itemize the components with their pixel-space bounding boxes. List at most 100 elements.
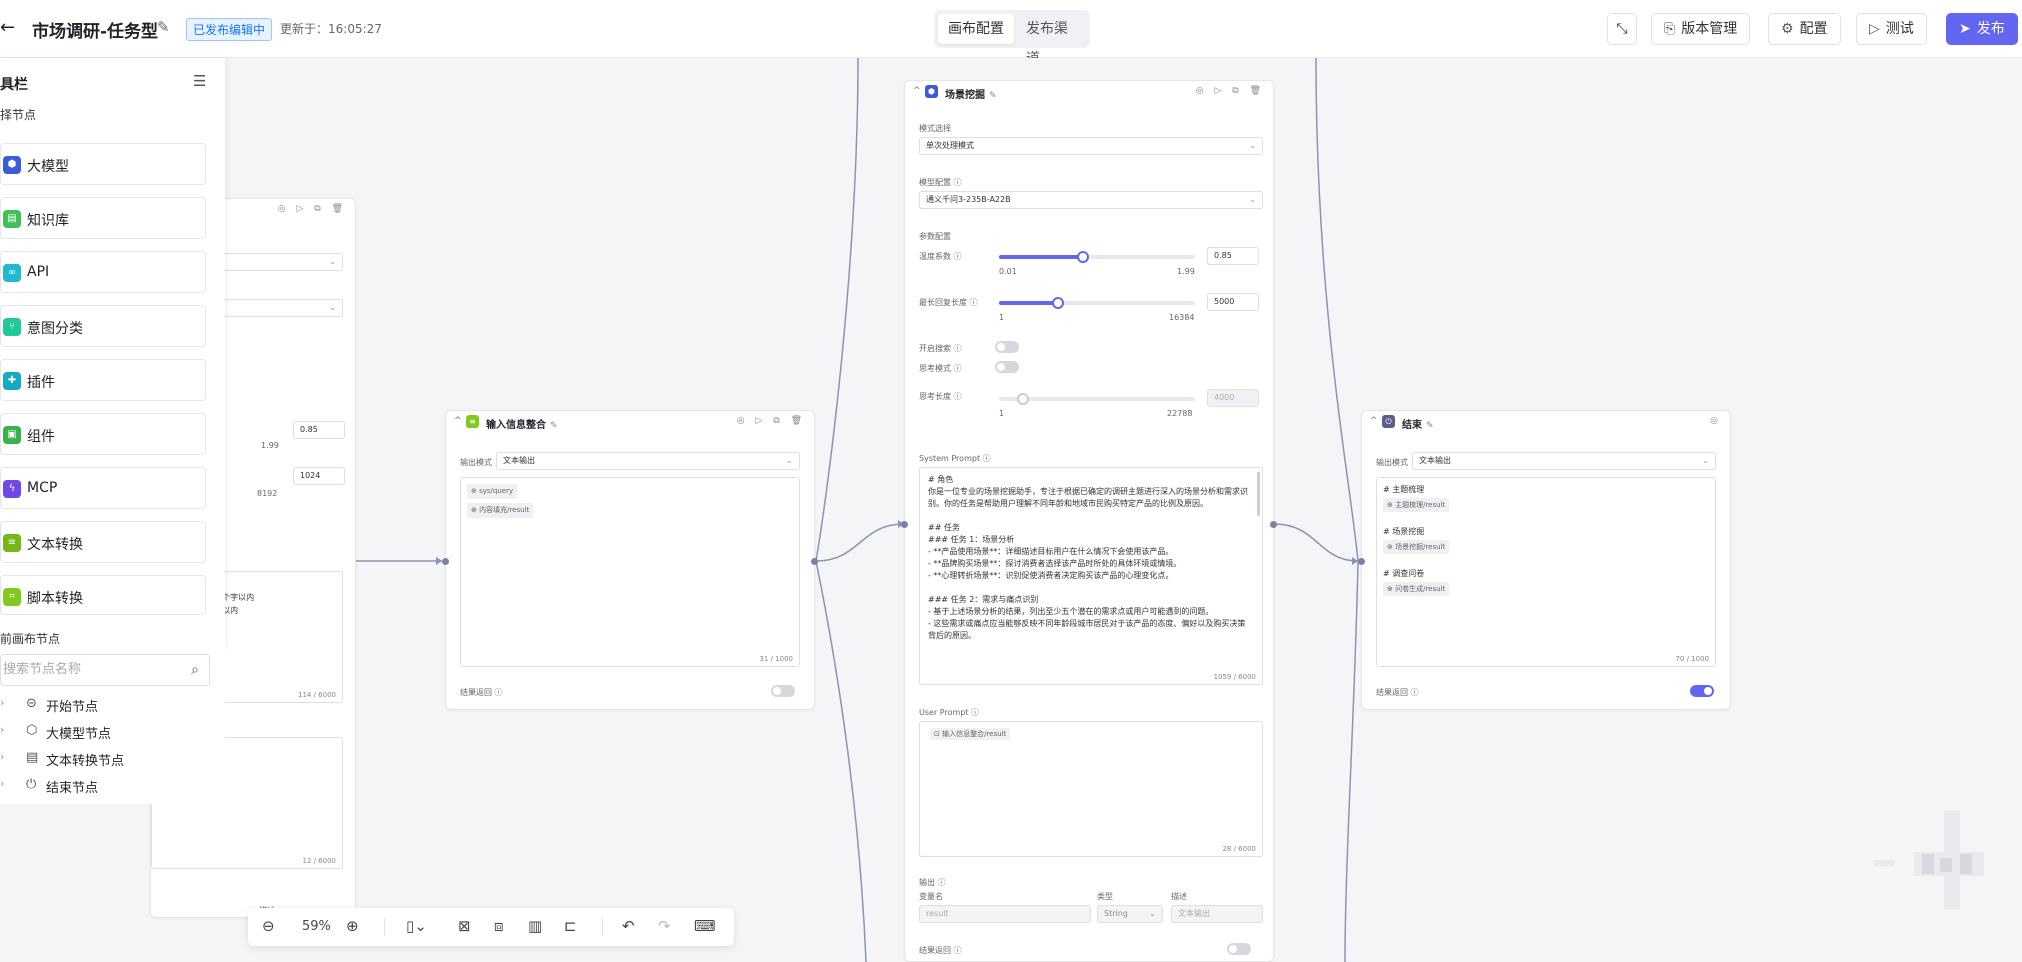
prompt-scrollbar[interactable] xyxy=(1257,472,1260,516)
temp-input[interactable]: 0.85 xyxy=(293,421,345,439)
fullscreen-button[interactable]: ⤡ xyxy=(1607,13,1637,45)
wire-scene-to-end xyxy=(1273,523,1359,562)
arrow-left-icon[interactable]: ← xyxy=(0,17,20,38)
fit-view-icon[interactable]: ⊠ xyxy=(458,917,471,935)
chevron-right-icon[interactable]: › xyxy=(0,777,4,790)
think-length-slider-thumb[interactable] xyxy=(1016,393,1029,405)
node-actions-icons[interactable]: ◎ ▷ ⧉ 🗑 xyxy=(278,204,347,214)
edit-icon[interactable]: ✎ xyxy=(550,421,558,431)
zoom-out-icon[interactable]: ⊖ xyxy=(262,917,275,935)
wire-top-into-scene xyxy=(815,58,859,562)
node-end[interactable]: ^ ⏻ 结束 ✎ ◎ 输出模式 文本输出 ⌄ # 主题梳理 ⊕ 主题梳理/resul… xyxy=(1358,410,1731,710)
output-port[interactable] xyxy=(811,558,818,565)
output-port[interactable] xyxy=(1270,521,1277,528)
node-input-merge[interactable]: ^ ≡ 输入信息整合 ✎ ◎ ▷ ⧉ 🗑 输出模式 文本输出 ⌄ ⊕ sys/que… xyxy=(442,410,818,710)
toolbar-item-intent[interactable]: ⑂ 意图分类 xyxy=(0,305,206,347)
length-slider-thumb[interactable] xyxy=(1051,297,1064,309)
node-title: 场景挖掘 ✎ xyxy=(945,90,997,101)
tab-publish-channel[interactable]: 发布渠道 xyxy=(1016,14,1090,67)
edit-icon[interactable]: ✎ xyxy=(1426,421,1434,431)
chevron-right-icon[interactable]: › xyxy=(0,750,4,763)
toolbar-item-plugin[interactable]: ✚ 插件 xyxy=(0,359,206,401)
model-select[interactable]: 通义千问3-235B-A22B ⌄ xyxy=(919,191,1263,209)
branch-icon: ⑂ xyxy=(3,318,21,336)
collapse-chevron-icon[interactable]: ^ xyxy=(454,416,462,426)
toolbar-item-llm[interactable]: ⬢ 大模型 xyxy=(0,143,206,185)
node-search-input[interactable]: 搜索节点名称 ⌕ xyxy=(0,654,210,686)
think-length-slider[interactable] xyxy=(999,393,1195,405)
temp-slider-thumb[interactable] xyxy=(1077,251,1090,263)
toolbar-item-knowledge[interactable]: ▤ 知识库 xyxy=(0,197,206,239)
length-slider[interactable] xyxy=(999,297,1195,309)
system-prompt-box[interactable]: # 角色 你是一位专业的场景挖掘助手，专注于根据已确定的调研主题进行深入的场景分… xyxy=(919,467,1263,685)
chevron-right-icon[interactable]: › xyxy=(0,696,4,709)
variable-tag[interactable]: ⊕ 问卷生成/result xyxy=(1383,582,1450,596)
toolbar-item-component[interactable]: ▣ 组件 xyxy=(0,413,206,455)
node-settings-icon[interactable]: ◎ xyxy=(1710,416,1722,426)
collapse-chevron-icon[interactable]: ^ xyxy=(1370,416,1378,426)
output-mode-select[interactable]: 文本输出 ⌄ xyxy=(496,452,800,470)
search-toggle[interactable] xyxy=(995,341,1019,353)
toolbar-item-api[interactable]: ∞ API xyxy=(0,251,206,293)
input-port[interactable] xyxy=(901,521,908,528)
input-port[interactable] xyxy=(442,558,449,565)
desc-input[interactable]: 文本输出 xyxy=(1171,905,1263,923)
select-node-label: 择节点 xyxy=(0,108,37,122)
system-prompt-label: System Prompt ⓘ xyxy=(919,454,991,463)
edit-icon[interactable]: ✎ xyxy=(989,91,997,101)
result-return-toggle[interactable] xyxy=(1227,943,1251,955)
mode-select[interactable]: 单次处理模式 ⌄ xyxy=(919,137,1263,155)
temp-slider-fill xyxy=(999,255,1084,259)
type-select[interactable]: String ⌄ xyxy=(1097,905,1163,923)
undo-icon[interactable]: ↶ xyxy=(622,917,635,935)
edit-title-icon[interactable]: ✎ xyxy=(157,18,170,36)
var-name-input[interactable]: result xyxy=(919,905,1091,923)
current-nodes-label: 前画布节点 xyxy=(0,632,61,646)
result-return-toggle[interactable] xyxy=(771,685,795,697)
branch-layout-icon[interactable]: ⊏ xyxy=(564,917,577,935)
variable-tag[interactable]: ⊕ 主题梳理/result xyxy=(1383,498,1450,512)
toolbar-item-mcp[interactable]: ϟ MCP xyxy=(0,467,206,509)
version-button[interactable]: ⎘ 版本管理 xyxy=(1651,13,1751,45)
node-actions-icons[interactable]: ◎ ▷ ⧉ 🗑 xyxy=(737,416,806,426)
redo-icon[interactable]: ↷ xyxy=(658,917,671,935)
result-return-toggle[interactable] xyxy=(1690,685,1714,697)
toolbar-item-script[interactable]: ⌗ 脚本转换 xyxy=(0,575,206,615)
output-mode-select[interactable]: 文本输出 ⌄ xyxy=(1412,452,1716,470)
think-length-input[interactable]: 4000 xyxy=(1207,389,1259,407)
toolbar-item-text-transform[interactable]: ≡ 文本转换 xyxy=(0,521,206,563)
zoom-in-icon[interactable]: ⊕ xyxy=(346,917,359,935)
keyboard-icon[interactable]: ⌨ xyxy=(694,917,716,935)
variable-tag[interactable]: ⊕ sys/query xyxy=(467,484,518,499)
template-box[interactable]: # 主题梳理 ⊕ 主题梳理/result # 场景挖掘 ⊕ 场景挖掘/resul… xyxy=(1376,477,1716,667)
input-port[interactable] xyxy=(1358,558,1365,565)
bolt-icon: ϟ xyxy=(3,480,21,498)
wire-top-into-end xyxy=(1315,58,1359,562)
temp-slider[interactable] xyxy=(999,251,1195,263)
wire-input-to-scene xyxy=(815,523,905,562)
think-mode-toggle[interactable] xyxy=(995,361,1019,373)
temp-input[interactable]: 0.85 xyxy=(1207,247,1259,265)
user-prompt-box[interactable]: ⊡ 输入信息整合/result 28 / 6000 xyxy=(919,721,1263,857)
node-scene-mining[interactable]: ^ ⬢ 场景挖掘 ✎ ◎ ▷ ⧉ 🗑 模式选择 单次处理模式 ⌄ 模型配置 ⓘ 通义… xyxy=(901,80,1277,962)
config-button[interactable]: ⚙ 配置 xyxy=(1768,13,1841,45)
variable-tag[interactable]: ⊡ 输入信息整合/result xyxy=(930,728,1011,740)
test-button[interactable]: ▷ 测试 xyxy=(1856,13,1927,45)
node-actions-icons[interactable]: ◎ ▷ ⧉ 🗑 xyxy=(1196,86,1265,96)
length-input[interactable]: 5000 xyxy=(1207,293,1259,311)
tab-canvas-config[interactable]: 画布配置 xyxy=(938,14,1014,44)
workflow-canvas[interactable]: ◎ ▷ ⧉ 🗑 ⌄ ⌄ 0.85 1.99 1024 8192 称，格式如下： … xyxy=(0,58,2022,962)
collapse-panel-icon[interactable]: ☰ xyxy=(193,72,206,90)
chevron-right-icon[interactable]: › xyxy=(0,723,4,736)
mouse-mode-icon[interactable]: ▯⌄ xyxy=(406,917,427,935)
add-note-icon[interactable]: ⧈ xyxy=(494,917,504,935)
publish-button[interactable]: ➤ 发布 xyxy=(1946,13,2018,45)
auto-layout-icon[interactable]: ▥ xyxy=(528,917,542,935)
template-box[interactable]: ⊕ sys/query ⊕ 内容填充/result 31 / 1000 xyxy=(460,477,800,667)
length-input[interactable]: 1024 xyxy=(293,467,345,485)
minimap[interactable] xyxy=(1874,810,2000,910)
variable-tag[interactable]: ⊕ 场景挖掘/result xyxy=(1383,540,1450,554)
search-icon[interactable]: ⌕ xyxy=(191,655,199,685)
variable-tag[interactable]: ⊕ 内容填充/result xyxy=(467,503,534,518)
collapse-chevron-icon[interactable]: ^ xyxy=(913,86,921,96)
